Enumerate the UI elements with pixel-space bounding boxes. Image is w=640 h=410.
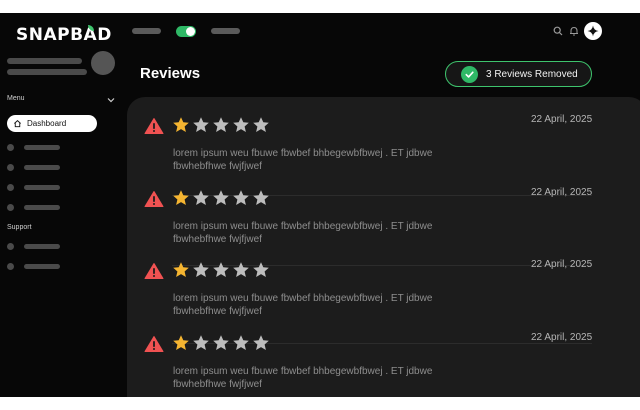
support-heading: Support: [7, 224, 32, 231]
star-empty-icon: [233, 335, 249, 350]
topbar-placeholder[interactable]: [132, 28, 161, 34]
alert-triangle-icon: [144, 191, 164, 207]
star-empty-icon: [193, 190, 209, 205]
reviews-panel: 22 April, 2025 lorem ipsum weu fbuwe fbw…: [127, 97, 640, 397]
review-date: 22 April, 2025: [531, 259, 593, 270]
profile-name-placeholder: [7, 58, 82, 64]
sidebar-item-icon[interactable]: [7, 243, 14, 250]
reviews-removed-label: 3 Reviews Removed: [486, 68, 578, 80]
star-empty-icon: [213, 190, 229, 205]
star-rating: [172, 261, 270, 279]
theme-toggle[interactable]: [176, 26, 196, 37]
assistant-button[interactable]: [584, 22, 602, 40]
chevron-down-icon[interactable]: [106, 96, 116, 104]
alert-triangle-icon: [144, 118, 164, 134]
sidebar-item-placeholder[interactable]: [24, 145, 60, 150]
menu-heading: Menu: [7, 95, 25, 102]
avatar[interactable]: [91, 51, 115, 75]
topbar-placeholder[interactable]: [211, 28, 240, 34]
sidebar-item-icon[interactable]: [7, 184, 14, 191]
page-title: Reviews: [140, 65, 201, 82]
star-rating: [172, 189, 270, 207]
review-date: 22 April, 2025: [531, 332, 593, 343]
star-empty-icon: [253, 190, 269, 205]
star-empty-icon: [193, 117, 209, 132]
star-empty-icon: [233, 190, 249, 205]
star-filled-icon: [173, 190, 189, 205]
star-filled-icon: [173, 335, 189, 350]
star-empty-icon: [253, 117, 269, 132]
check-circle-icon: [461, 65, 478, 83]
alert-triangle-icon: [144, 336, 164, 352]
sparkle-icon: [587, 25, 599, 37]
review-text: lorem ipsum weu fbuwe fbwbef bhbegewbfbw…: [173, 366, 433, 390]
sidebar-item-icon[interactable]: [7, 144, 14, 151]
star-empty-icon: [213, 117, 229, 132]
star-empty-icon: [193, 262, 209, 277]
star-filled-icon: [173, 262, 189, 277]
star-empty-icon: [213, 262, 229, 277]
star-empty-icon: [233, 262, 249, 277]
star-filled-icon: [173, 117, 189, 132]
search-icon[interactable]: [553, 26, 563, 36]
sidebar-item-icon[interactable]: [7, 263, 14, 270]
star-empty-icon: [213, 335, 229, 350]
star-empty-icon: [253, 262, 269, 277]
sidebar-item-placeholder[interactable]: [24, 205, 60, 210]
sidebar-item-label: Dashboard: [27, 119, 67, 128]
star-empty-icon: [233, 117, 249, 132]
review-date: 22 April, 2025: [531, 187, 593, 198]
sidebar-item-placeholder[interactable]: [24, 165, 60, 170]
review-item[interactable]: 22 April, 2025 lorem ipsum weu fbuwe fbw…: [127, 97, 640, 172]
logo[interactable]: SNAPBAD: [16, 25, 112, 45]
bell-icon[interactable]: [569, 26, 579, 36]
app-window: SNAPBAD Menu Dashboard Support Reviews 3…: [0, 13, 640, 397]
alert-triangle-icon: [144, 263, 164, 279]
review-date: 22 April, 2025: [531, 114, 593, 125]
sidebar-item-dashboard[interactable]: Dashboard: [7, 115, 97, 132]
sidebar-item-placeholder[interactable]: [24, 185, 60, 190]
home-icon: [14, 120, 21, 128]
sidebar-item-placeholder[interactable]: [24, 244, 60, 249]
review-item[interactable]: 22 April, 2025 lorem ipsum weu fbuwe fbw…: [127, 170, 640, 245]
reviews-removed-badge: 3 Reviews Removed: [445, 61, 592, 87]
review-item[interactable]: 22 April, 2025 lorem ipsum weu fbuwe fbw…: [127, 242, 640, 317]
star-rating: [172, 116, 270, 134]
star-empty-icon: [193, 335, 209, 350]
sidebar-item-placeholder[interactable]: [24, 264, 60, 269]
star-rating: [172, 334, 270, 352]
review-item[interactable]: 22 April, 2025 lorem ipsum weu fbuwe fbw…: [127, 315, 640, 390]
star-empty-icon: [253, 335, 269, 350]
profile-email-placeholder: [7, 69, 87, 75]
sidebar-item-icon[interactable]: [7, 164, 14, 171]
sidebar-item-icon[interactable]: [7, 204, 14, 211]
